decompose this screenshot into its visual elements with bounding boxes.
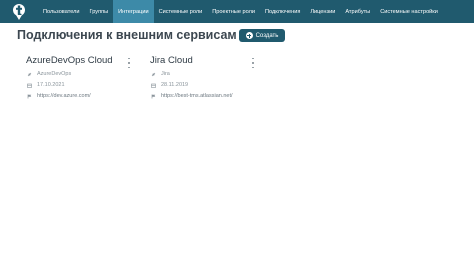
more-options-icon[interactable] (251, 58, 255, 68)
connection-type-row: Jira (151, 70, 170, 78)
nav-item-system-settings[interactable]: Системные настройки (375, 0, 443, 23)
connection-url-row: https://best-tms.atlassian.net/ (151, 92, 233, 100)
connection-url[interactable]: https://best-tms.atlassian.net/ (161, 93, 233, 99)
connection-title: AzureDevOps Cloud (26, 55, 113, 66)
nav-item-licenses[interactable]: Лицензии (305, 0, 340, 23)
connection-date: 28.11.2019 (161, 82, 189, 88)
connection-date-row: 28.11.2019 (151, 81, 188, 89)
connection-url[interactable]: https://dev.azure.com/ (37, 93, 91, 99)
page-title: Подключения к внешним сервисам (17, 28, 237, 42)
main-nav: Пользователи Группы Интеграции Системные… (38, 0, 443, 23)
create-button[interactable]: Создать (239, 29, 285, 42)
nav-item-system-roles[interactable]: Системные роли (154, 0, 208, 23)
top-navigation-bar: Пользователи Группы Интеграции Системные… (0, 0, 474, 23)
connection-url-row: https://dev.azure.com/ (27, 92, 91, 100)
logo-icon (13, 4, 25, 20)
connection-type-row: AzureDevOps (27, 70, 71, 78)
flag-icon (27, 94, 32, 98)
nav-item-users[interactable]: Пользователи (38, 0, 85, 23)
connection-card[interactable]: Jira Cloud Jira 28.11.2019 https://best-… (150, 55, 265, 105)
connection-type: AzureDevOps (37, 71, 72, 77)
create-button-label: Создать (255, 32, 279, 39)
calendar-icon (27, 83, 32, 88)
plug-icon (27, 72, 32, 76)
nav-item-attributes[interactable]: Атрибуты (340, 0, 375, 23)
nav-item-groups[interactable]: Группы (85, 0, 114, 23)
nav-item-project-roles[interactable]: Проектные роли (207, 0, 260, 23)
connection-title: Jira Cloud (150, 55, 193, 66)
calendar-icon (151, 83, 156, 88)
app-logo[interactable] (0, 0, 38, 23)
connection-date-row: 17.10.2021 (27, 81, 65, 89)
connection-date: 17.10.2021 (37, 82, 65, 88)
nav-item-integrations[interactable]: Интеграции (113, 0, 154, 23)
connection-card[interactable]: AzureDevOps Cloud AzureDevOps 17.10.2021… (26, 55, 141, 105)
more-options-icon[interactable] (127, 58, 131, 68)
plug-icon (151, 72, 156, 76)
connection-type: Jira (161, 71, 170, 77)
plus-circle-icon (245, 32, 253, 39)
nav-item-connections[interactable]: Подключения (260, 0, 305, 23)
flag-icon (151, 94, 156, 98)
